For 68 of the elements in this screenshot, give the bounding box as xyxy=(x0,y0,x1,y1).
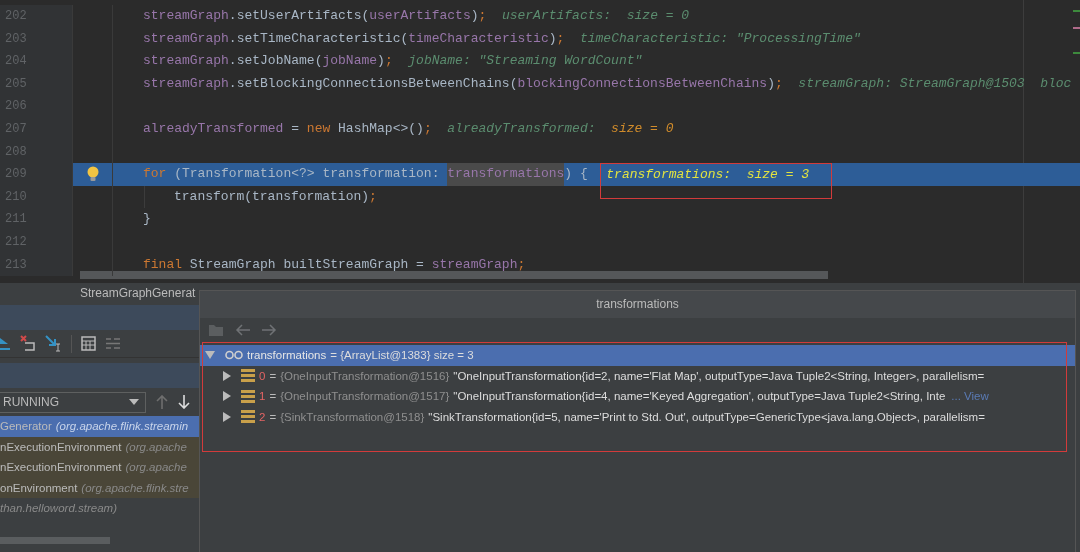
code-token: timeCharacteristic xyxy=(408,29,549,48)
code-token: ) xyxy=(470,7,479,25)
frame-location: (org.apache xyxy=(125,439,187,455)
code-token: HashMap<>() xyxy=(337,119,424,138)
element-index: 2 xyxy=(259,410,266,423)
code-token: streamGraph xyxy=(143,52,229,71)
equals-sign: = xyxy=(269,390,277,403)
code-token: ; xyxy=(556,29,565,48)
element-index: 0 xyxy=(259,369,266,382)
code-token: ; xyxy=(369,187,377,206)
inline-value-hint: bloc xyxy=(1040,74,1072,93)
frame-method: nExecutionEnvironment xyxy=(0,439,122,455)
code-token: .setJobName( xyxy=(228,52,323,71)
code-token: streamGraph xyxy=(431,255,518,274)
popup-title: transformations xyxy=(200,291,1075,318)
element-value: "OneInputTransformation{id=4, name='Keyed Aggregation', outputType=Java Tuple2<String, Inte xyxy=(453,390,946,403)
code-token: jobName xyxy=(322,52,378,71)
code-token: ; xyxy=(384,52,393,71)
code-token: streamGraph xyxy=(143,74,229,93)
code-token: final xyxy=(143,255,182,274)
code-token: ; xyxy=(774,74,783,93)
code-token: .setBlockingConnectionsBetweenChains( xyxy=(228,74,518,93)
frame-location: (org.apache xyxy=(125,460,187,475)
code-token: streamGraph xyxy=(143,29,229,48)
frame-method: Generator xyxy=(0,419,52,434)
variable-value: = {ArrayList@1383} size = 3 xyxy=(330,349,474,362)
element-value: "SinkTransformation{id=5, name='Print to Std. Out', outputType=GenericType<java.lang.Object>, parallelism= xyxy=(428,410,985,423)
frame-method: nExecutionEnvironment xyxy=(0,460,122,475)
code-token: ) xyxy=(548,29,557,48)
inline-value-hint: userArtifacts: size = 0 xyxy=(501,7,690,25)
highlighted-code: transformations xyxy=(447,163,565,186)
variable-name: transformations xyxy=(247,349,327,362)
code-token: for xyxy=(143,165,167,184)
frame-method: onEnvironment xyxy=(0,480,78,496)
code-token: } xyxy=(143,210,151,229)
code-token: ; xyxy=(517,255,526,274)
code-token: .setUserArtifacts( xyxy=(228,7,370,25)
equals-sign: = xyxy=(269,369,277,382)
code-token: ) xyxy=(377,52,385,71)
code-token: = xyxy=(290,119,301,138)
code-token: new xyxy=(306,119,331,138)
element-type: {OneInputTransformation@1517} xyxy=(280,390,450,403)
code-token: (Transformation<?> transformation: xyxy=(173,165,441,184)
code-token: ; xyxy=(478,7,487,25)
code-token: ; xyxy=(423,119,432,138)
inline-value-hint: transformations: size = 3 xyxy=(606,167,810,183)
frame-location: (org.apache.flink.stre xyxy=(81,480,189,496)
inline-value-hint: alreadyTransformed: xyxy=(447,119,596,138)
code-token: blockingConnectionsBetweenChains xyxy=(517,74,768,93)
element-index: 1 xyxy=(259,390,266,403)
equals-sign: = xyxy=(269,410,277,423)
code-token: streamGraph xyxy=(143,7,229,25)
inline-value-hint: timeCharacteristic: "ProcessingTime" xyxy=(579,29,861,48)
code-token: transform(transformation) xyxy=(174,187,370,206)
code-token: ) { xyxy=(564,165,588,184)
code-token: StreamGraph builtStreamGraph = xyxy=(188,255,425,274)
code-token: ) xyxy=(767,74,775,93)
element-type: {SinkTransformation@1518} xyxy=(280,410,425,423)
element-value: "OneInputTransformation{id=2, name='Flat Map', outputType=Java Tuple2<String, Integer>, parallelism= xyxy=(453,369,985,382)
inline-value-hint: jobName: "Streaming WordCount" xyxy=(408,52,643,71)
frame-location: (org.apache.flink.streamin xyxy=(55,419,189,434)
frame-location: than.helloword.stream) xyxy=(0,501,117,516)
element-type: {OneInputTransformation@1516} xyxy=(280,369,450,382)
code-token: .setTimeCharacteristic( xyxy=(228,29,409,48)
code-token: alreadyTransformed xyxy=(143,119,284,138)
inline-value-hint: size = 0 xyxy=(611,119,674,138)
inline-value-hint: streamGraph: StreamGraph@1503 xyxy=(798,74,1025,93)
code-token: userArtifacts xyxy=(369,7,471,25)
